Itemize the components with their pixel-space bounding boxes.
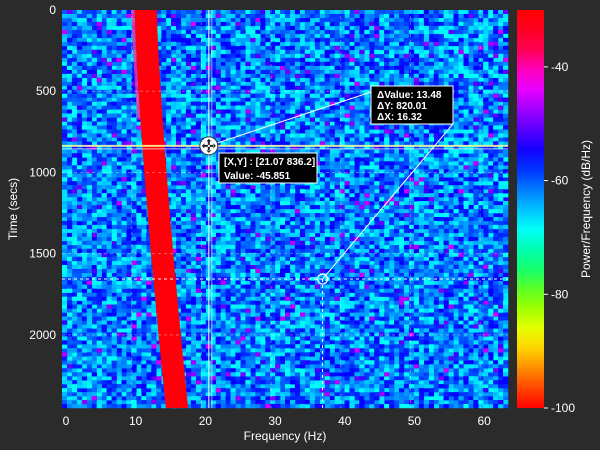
- crosshair-value-text: Value: -45.851: [224, 171, 291, 182]
- x-axis-ticks: 0 10 20 30 40 50 60: [63, 414, 491, 428]
- y-axis-label: Time (secs): [6, 178, 20, 240]
- spectrogram-cells: [62, 10, 509, 409]
- colorbar-tick-label: -80: [551, 287, 569, 301]
- spectrogram-window: 0 10 20 30 40 50 60 0 500 1000 1500 2000 Frequency…: [0, 0, 600, 450]
- spectrogram-plot[interactable]: [62, 10, 509, 409]
- y-axis-ticks: 0 500 1000 1500 2000: [29, 3, 56, 342]
- x-tick-label: 10: [129, 414, 143, 428]
- x-tick-label: 60: [477, 414, 491, 428]
- y-tick-label: 2000: [29, 328, 56, 342]
- colorbar-tick-label: -60: [551, 174, 569, 188]
- x-tick-label: 30: [268, 414, 282, 428]
- crosshair-tooltip: [X,Y] : [21.07 836.2] Value: -45.851: [218, 152, 318, 184]
- x-tick-label: 0: [63, 414, 70, 428]
- delta-value-text: ΔValue: 13.48: [377, 90, 442, 101]
- delta-tooltip: ΔValue: 13.48 ΔY: 820.01 ΔX: 16.32: [370, 85, 454, 125]
- colorbar-tick-label: -100: [551, 401, 575, 415]
- x-tick-label: 40: [338, 414, 352, 428]
- colorbar-label: Power/Frequency (dB/Hz): [579, 140, 593, 278]
- colorbar: -40 -60 -80 -100: [517, 10, 575, 415]
- x-tick-label: 20: [199, 414, 213, 428]
- delta-y-text: ΔY: 820.01: [377, 101, 427, 112]
- y-tick-label: 1500: [29, 247, 56, 261]
- x-tick-label: 50: [408, 414, 422, 428]
- colorbar-ticks: -40 -60 -80 -100: [544, 60, 575, 415]
- delta-x-text: ΔX: 16.32: [377, 112, 422, 123]
- y-tick-label: 1000: [29, 165, 56, 179]
- y-tick-label: 500: [36, 84, 56, 98]
- y-tick-label: 0: [49, 3, 56, 17]
- colorbar-tick-label: -40: [551, 60, 569, 74]
- x-axis-label: Frequency (Hz): [244, 429, 327, 443]
- spectrogram-chart[interactable]: 0 10 20 30 40 50 60 0 500 1000 1500 2000 Frequency…: [0, 0, 600, 450]
- crosshair-xy-text: [X,Y] : [21.07 836.2]: [224, 157, 315, 168]
- colorbar-gradient: [517, 10, 544, 408]
- crosshair-move-icon[interactable]: [199, 136, 219, 156]
